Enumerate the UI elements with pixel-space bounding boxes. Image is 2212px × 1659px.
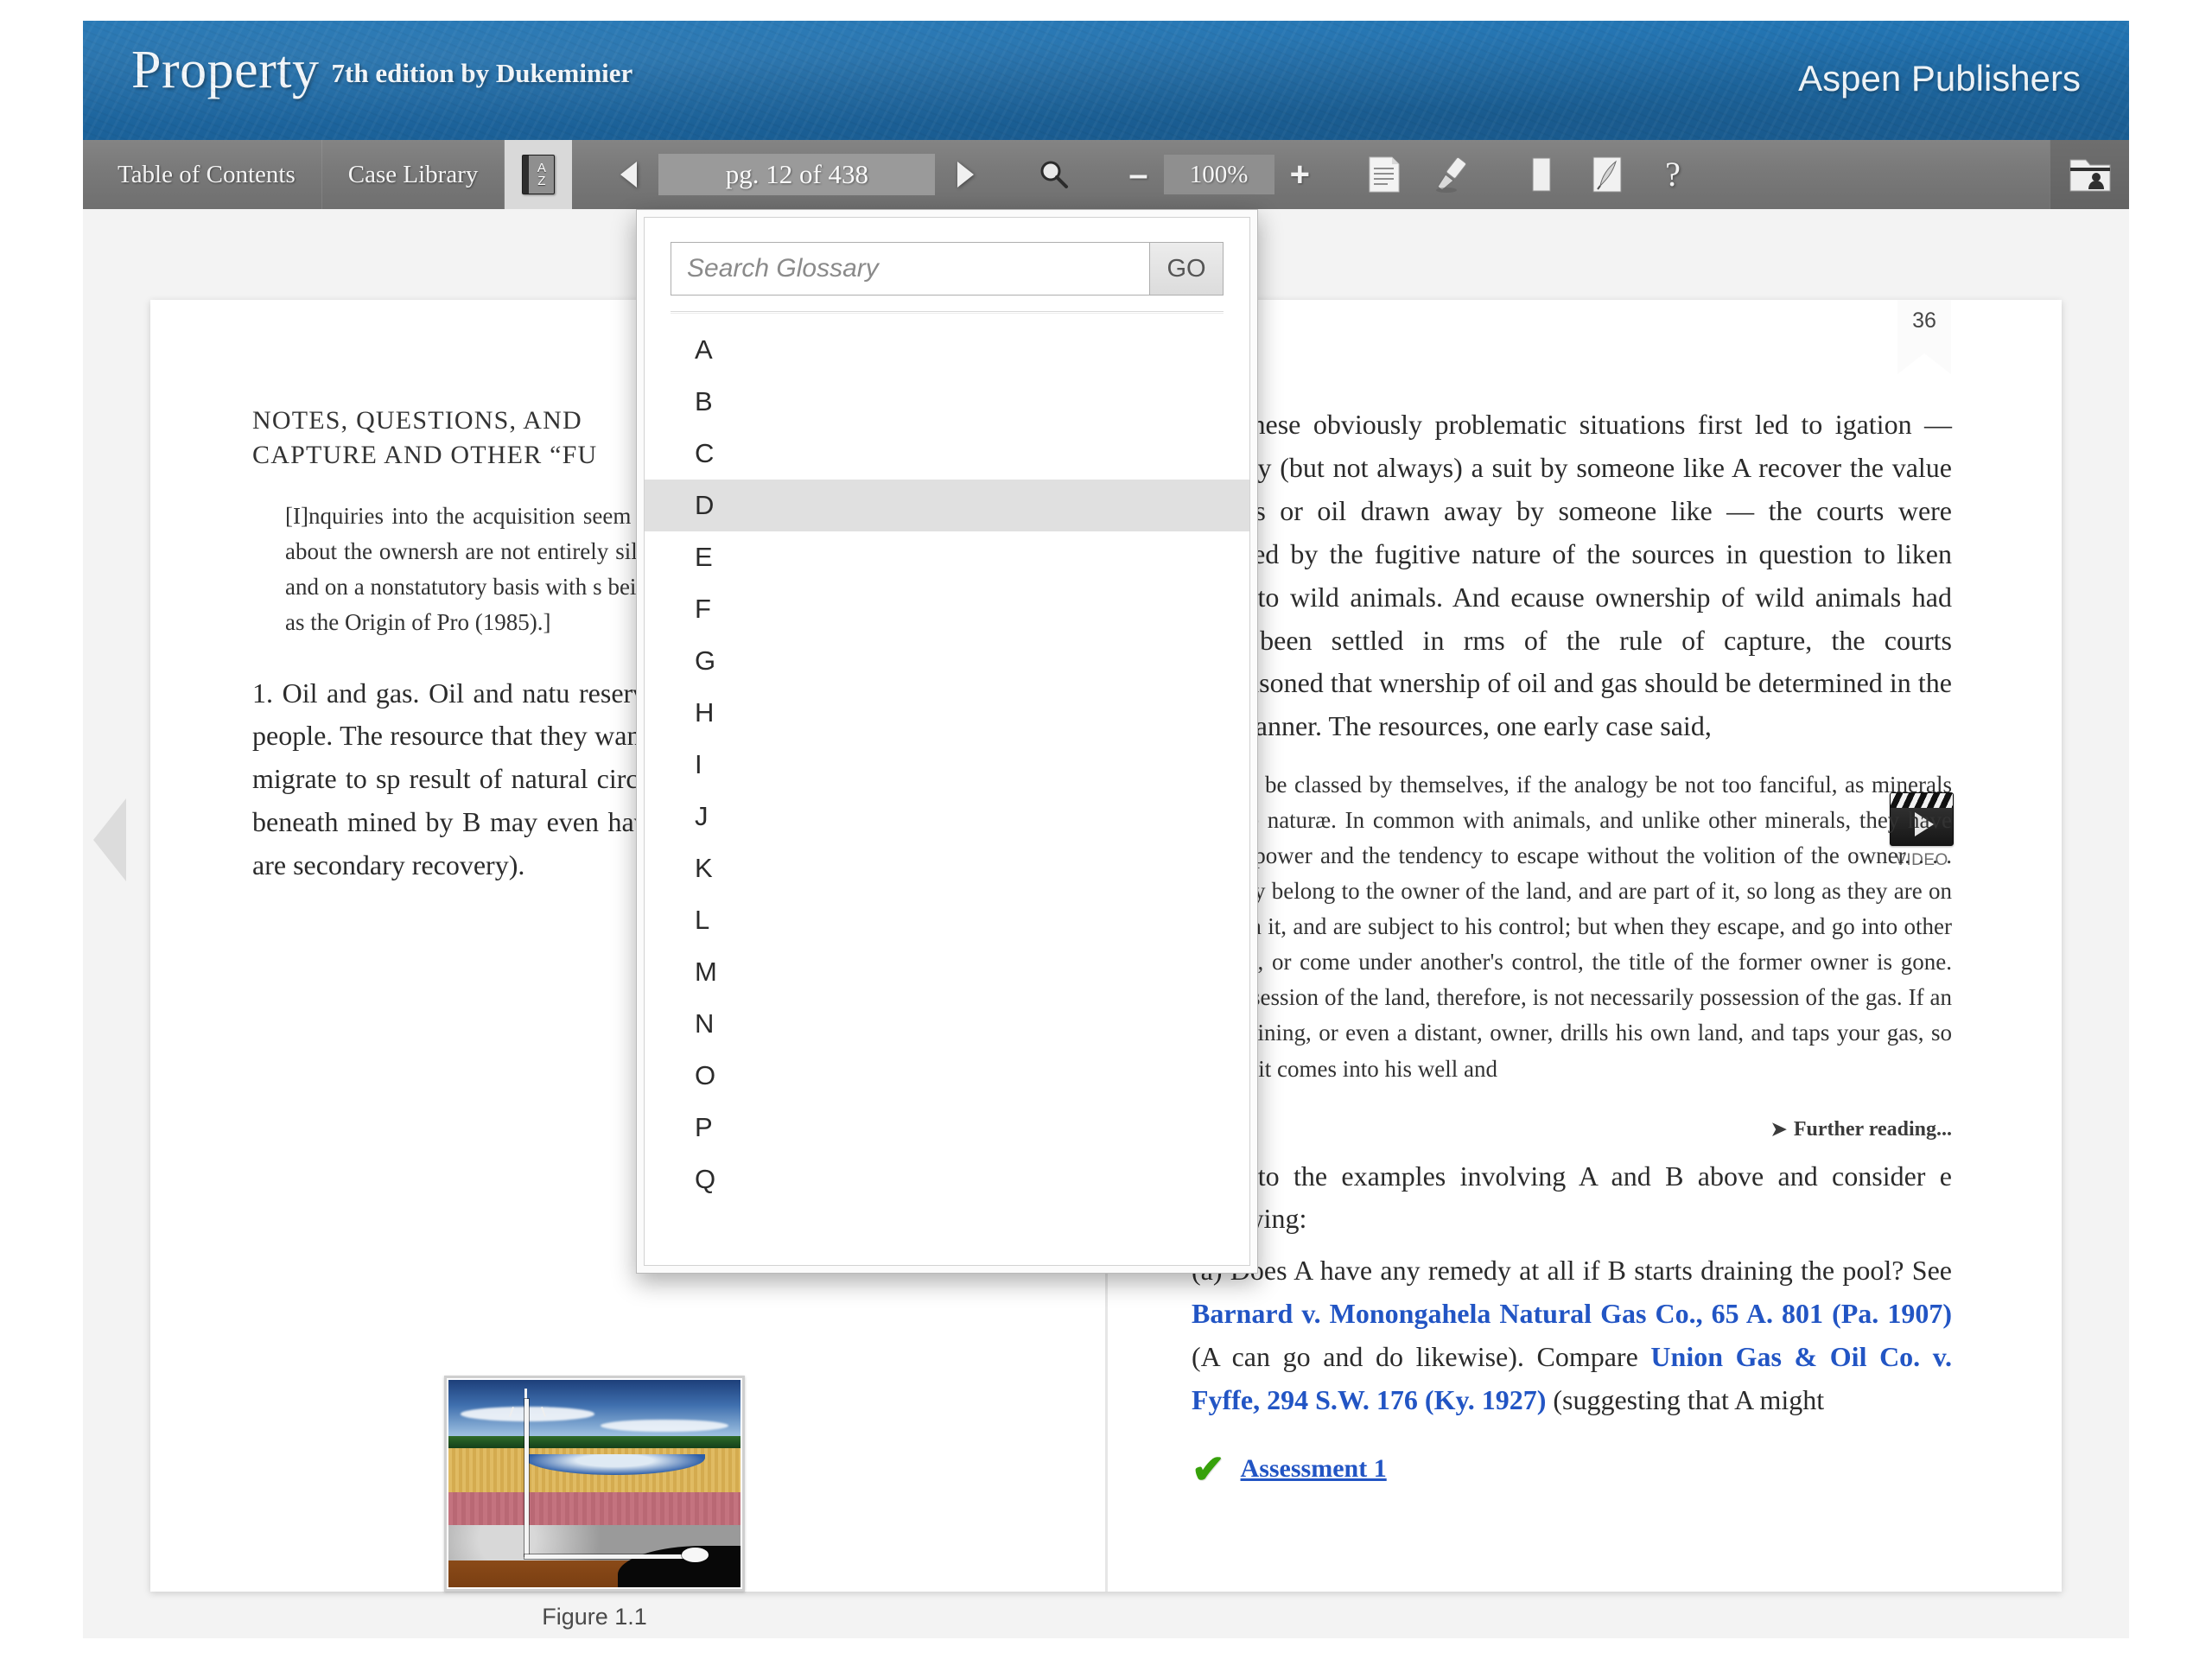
- publisher-name: Aspen Publishers: [1798, 58, 2081, 99]
- right-blockquote: may be classed by themselves, if the ana…: [1217, 772, 1952, 1082]
- figure-wellbore: [524, 1398, 529, 1556]
- further-reading-link[interactable]: ➤ Further reading...: [1192, 1118, 1952, 1141]
- glossary-letter-i[interactable]: I: [645, 739, 1249, 791]
- chevron-right-icon: ➤: [1770, 1117, 1787, 1140]
- magnifier-icon: [1040, 161, 1069, 188]
- book-title-text: Property: [131, 41, 320, 99]
- mid-text-2: (suggesting that A might: [1546, 1384, 1825, 1416]
- next-page-button[interactable]: [935, 140, 995, 209]
- glossary-letter-q[interactable]: Q: [645, 1154, 1249, 1205]
- glossary-letter-a[interactable]: A: [645, 324, 1249, 376]
- search-button[interactable]: [1021, 140, 1087, 209]
- glossary-letter-list: A B C D E F G H I J K L M N O P Q: [645, 314, 1249, 1265]
- book-edition-text: 7th edition by Dukeminier: [331, 58, 633, 88]
- glossary-letter-e[interactable]: E: [645, 531, 1249, 583]
- toolbar-spacer-3: [1087, 140, 1113, 209]
- toolbar-spacer-2: [995, 140, 1021, 209]
- figure-caption: Figure 1.1: [542, 1604, 647, 1630]
- right-page-column: hen these obviously problematic situatio…: [1192, 404, 1952, 1491]
- az-letter-z: Z: [537, 174, 546, 188]
- triangle-left-icon: [620, 162, 637, 188]
- figure-cloud-2: [600, 1419, 729, 1432]
- page-bookmark-ribbon[interactable]: 36: [1897, 300, 1951, 374]
- table-of-contents-button[interactable]: Table of Contents: [92, 140, 322, 209]
- glossary-letter-m[interactable]: M: [645, 946, 1249, 998]
- case-citation-link-1[interactable]: Barnard v. Monongahela Natural Gas Co., …: [1192, 1298, 1952, 1329]
- profile-button[interactable]: [2050, 140, 2129, 209]
- further-reading-label: Further reading...: [1793, 1117, 1952, 1141]
- app-root: Property 7th edition by Dukeminier Aspen …: [0, 0, 2212, 1659]
- glossary-letter-j[interactable]: J: [645, 791, 1249, 842]
- glossary-letter-n[interactable]: N: [645, 998, 1249, 1050]
- user-folder-icon: [2069, 159, 2110, 192]
- glossary-button[interactable]: A Z: [505, 140, 573, 209]
- triangle-left-edge-icon: [93, 798, 126, 881]
- figure-block: Figure 1.1: [444, 1376, 745, 1630]
- figure-red-rock-layer: [448, 1491, 741, 1525]
- document-notes-icon: [1369, 156, 1400, 193]
- page-indicator[interactable]: pg. 12 of 438: [658, 154, 936, 195]
- bookmark-button[interactable]: [1509, 140, 1574, 209]
- glossary-letter-k[interactable]: K: [645, 842, 1249, 894]
- glossary-letter-p[interactable]: P: [645, 1102, 1249, 1154]
- zoom-out-button[interactable]: –: [1113, 157, 1163, 192]
- notes-button[interactable]: [1351, 140, 1417, 209]
- glossary-panel: GO A B C D E F G H I J K L M N: [636, 209, 1258, 1274]
- glossary-letter-h[interactable]: H: [645, 687, 1249, 739]
- glossary-go-button[interactable]: GO: [1149, 242, 1224, 296]
- bookmark-page-number: 36: [1912, 308, 1936, 333]
- figure-lateral-bore: [524, 1554, 689, 1559]
- reader-viewport: 36 NOTES, QUESTIONS, AND CAPTURE AND OTH…: [83, 209, 2129, 1638]
- toolbar-spacer-5: [1483, 140, 1509, 209]
- glossary-letter-b[interactable]: B: [645, 376, 1249, 428]
- glossary-search-row: GO: [645, 218, 1249, 311]
- glossary-search-input[interactable]: [671, 242, 1149, 296]
- toolbar-spacer-1: [572, 140, 598, 209]
- glossary-letter-g[interactable]: G: [645, 635, 1249, 687]
- right-top-paragraph: hen these obviously problematic situatio…: [1192, 409, 1952, 742]
- quill-notes-icon: [1592, 156, 1622, 193]
- glossary-panel-inner: GO A B C D E F G H I J K L M N: [644, 217, 1250, 1266]
- glossary-letter-d[interactable]: D: [645, 480, 1249, 531]
- reader-application: Property 7th edition by Dukeminier Aspen …: [83, 21, 2129, 1638]
- previous-page-button[interactable]: [598, 140, 658, 209]
- mid-text-1: (A can go and do likewise). Compare: [1192, 1341, 1651, 1373]
- triangle-right-icon: [957, 162, 974, 188]
- green-checkmark-icon: ✔: [1192, 1446, 1225, 1491]
- figure-grass-layer: [448, 1435, 741, 1449]
- right-examples-paragraph: back to the examples involving A and B a…: [1192, 1160, 1952, 1235]
- question-a-text: (a) Does A have any remedy at all if B s…: [1192, 1255, 1952, 1287]
- my-notes-button[interactable]: [1574, 140, 1640, 209]
- book-title: Property 7th edition by Dukeminier: [131, 43, 632, 97]
- zoom-in-button[interactable]: +: [1274, 157, 1325, 192]
- figure-image-frame[interactable]: [444, 1376, 745, 1592]
- glossary-letter-f[interactable]: F: [645, 583, 1249, 635]
- glossary-letter-l[interactable]: L: [645, 894, 1249, 946]
- case-library-button[interactable]: Case Library: [322, 140, 505, 209]
- main-toolbar: Table of Contents Case Library A Z pg. 1…: [83, 140, 2129, 209]
- previous-page-edge-arrow[interactable]: [90, 762, 130, 918]
- toolbar-spacer-4: [1325, 140, 1351, 209]
- assessment-link[interactable]: Assessment 1: [1241, 1454, 1387, 1484]
- assessment-row: ✔ Assessment 1: [1192, 1446, 1952, 1491]
- highlighter-pen-icon: [1435, 156, 1466, 193]
- figure-drill-tip: [682, 1548, 709, 1563]
- right-question-paragraph: (a) Does A have any remedy at all if B s…: [1192, 1249, 1952, 1422]
- oil-well-cross-section-image: [448, 1380, 741, 1587]
- glossary-letter-c[interactable]: C: [645, 428, 1249, 480]
- zoom-level[interactable]: 100%: [1163, 155, 1274, 194]
- glossary-letter-o[interactable]: O: [645, 1050, 1249, 1102]
- az-letter-a: A: [537, 161, 546, 175]
- bookmark-icon: [1532, 157, 1551, 192]
- app-header: Property 7th edition by Dukeminier Aspen …: [83, 21, 2129, 140]
- a-z-book-icon: A Z: [522, 155, 556, 194]
- highlighter-button[interactable]: [1417, 140, 1483, 209]
- question-mark-icon: ?: [1665, 155, 1681, 194]
- help-button[interactable]: ?: [1640, 140, 1706, 209]
